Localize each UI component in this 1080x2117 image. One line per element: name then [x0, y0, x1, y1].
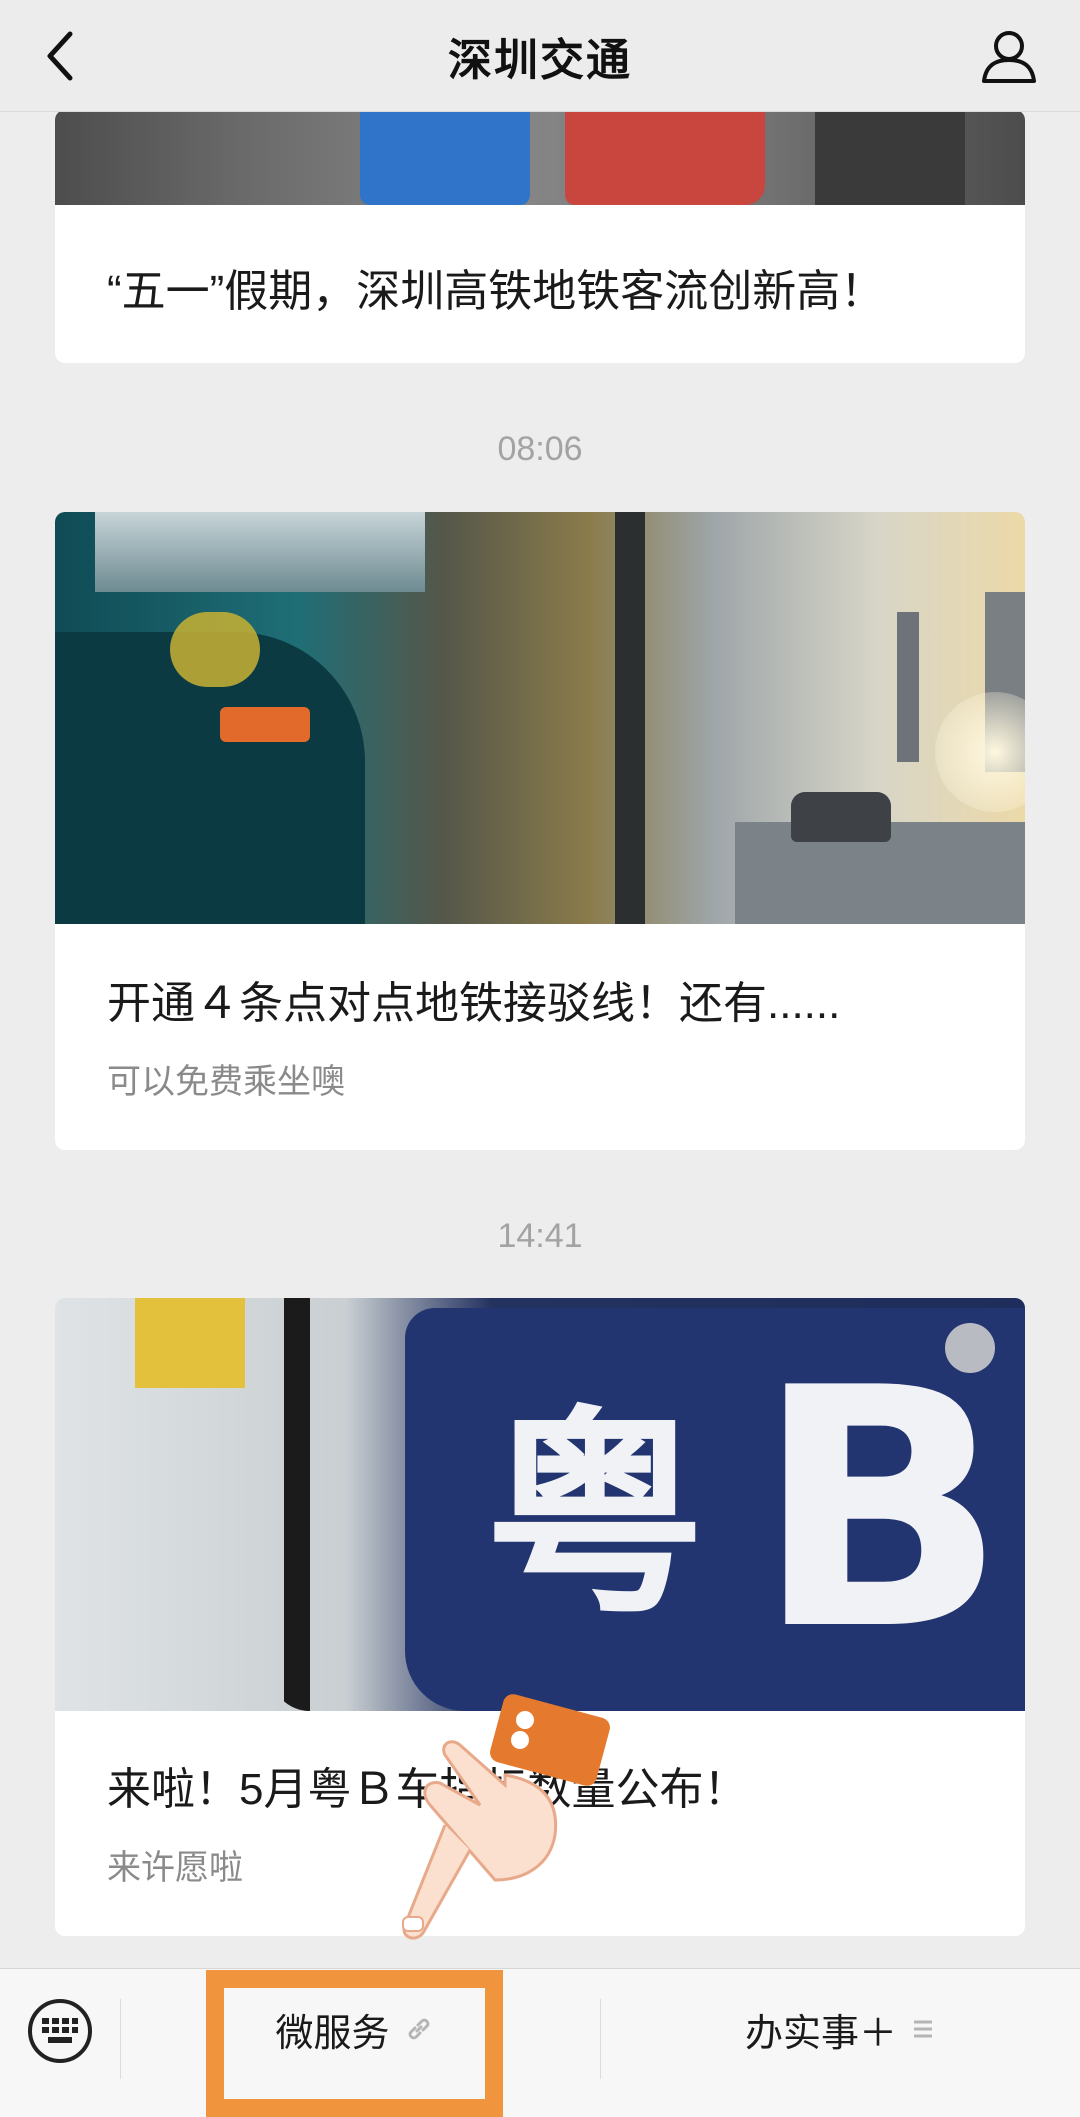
timestamp-2: 14:41: [497, 1217, 583, 1255]
bottom-menu-bar: 微服务 办实事＋: [0, 1968, 1080, 2117]
back-button[interactable]: [30, 20, 90, 92]
plate-char-letter: B: [755, 1318, 1007, 1702]
page-title: 深圳交通: [448, 35, 632, 85]
highlight-frame: [206, 1970, 503, 2117]
timestamp-1: 08:06: [497, 430, 583, 468]
article-3-subtitle: 来许愿啦: [107, 1849, 243, 1887]
article-card-2[interactable]: 开通４条点对点地铁接驳线！还有...... 可以免费乘坐噢: [55, 512, 1025, 1150]
article-2-image: [55, 512, 1025, 924]
plate-char-province: 粤: [485, 1388, 706, 1644]
top-nav-bar: 深圳交通: [0, 0, 1080, 112]
user-icon: [982, 31, 1036, 83]
article-1-title: “五一”假期，深圳高铁地铁客流创新高！: [107, 267, 885, 316]
article-3-image: 粤 B: [55, 1298, 1025, 1711]
menu-office-affairs-label: 办实事＋: [744, 2012, 897, 2055]
article-2-title: 开通４条点对点地铁接驳线！还有......: [107, 979, 841, 1028]
article-card-1[interactable]: “五一”假期，深圳高铁地铁客流创新高！: [55, 110, 1025, 363]
article-1-image: [55, 110, 1025, 205]
article-2-subtitle: 可以免费乘坐噢: [107, 1063, 345, 1101]
keyboard-icon: [42, 2018, 78, 2043]
pointing-hand-icon: [402, 1694, 610, 1940]
profile-button[interactable]: [974, 20, 1044, 92]
menu-office-affairs[interactable]: 办实事＋: [600, 1969, 1080, 2089]
keyboard-toggle-button[interactable]: [28, 1999, 92, 2063]
chevron-left-icon: [47, 31, 73, 81]
menu-lines-icon: [914, 2020, 932, 2038]
